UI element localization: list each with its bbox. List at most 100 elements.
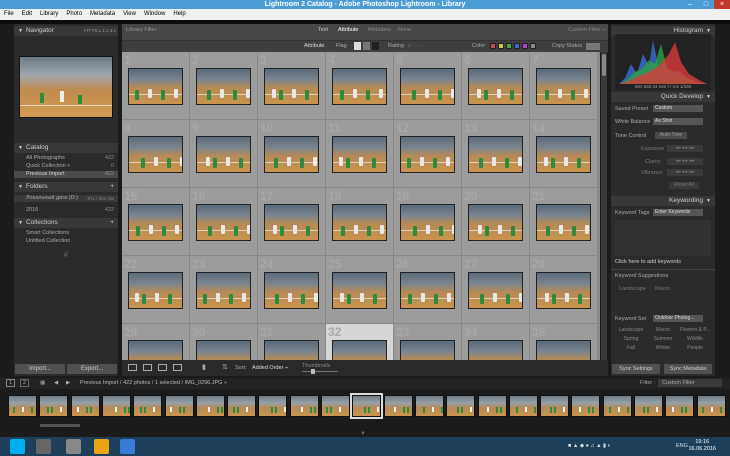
sort-select[interactable]: Added Order ÷ (252, 365, 288, 371)
photo-thumbnail[interactable] (468, 204, 523, 241)
grid-cell[interactable]: 27 (462, 256, 530, 324)
suggestion-landscape[interactable]: Landscape (619, 286, 646, 292)
keyword-set-item[interactable]: Spring (615, 336, 647, 342)
keyword-set-item[interactable]: Fall (615, 345, 647, 351)
filmstrip-thumbnail[interactable] (602, 395, 632, 417)
filmstrip-thumbnail[interactable] (321, 395, 350, 417)
suggestion-macro[interactable]: Macro (655, 286, 670, 292)
photo-thumbnail[interactable] (196, 68, 251, 105)
grid-cell[interactable]: 14 (530, 120, 598, 188)
sync-metadata-button[interactable]: Sync Metadata (664, 364, 712, 374)
navigator-header[interactable]: ▼ Navigator FIT FILL 1:1 3:1 (14, 26, 118, 36)
photo-thumbnail[interactable] (468, 272, 523, 309)
photo-thumbnail[interactable] (400, 272, 455, 309)
grid-cell[interactable]: 1 (122, 52, 190, 120)
grid-cell[interactable]: 33 (394, 324, 462, 360)
photo-thumbnail[interactable] (536, 340, 591, 360)
grid-cell[interactable]: 30 (190, 324, 258, 360)
grid-cell[interactable]: 9 (190, 120, 258, 188)
add-icon[interactable]: + (110, 182, 114, 192)
photo-thumbnail[interactable] (536, 136, 591, 173)
filter-tab-metadata[interactable]: Metadata (368, 27, 391, 33)
photo-thumbnail[interactable] (128, 136, 183, 173)
auto-tone-button[interactable]: Auto Tone (655, 132, 687, 139)
grid-cell[interactable]: 21 (530, 188, 598, 256)
add-icon[interactable]: + (110, 218, 114, 228)
filter-tab-none[interactable]: None (398, 27, 411, 33)
photo-thumbnail[interactable] (536, 204, 591, 241)
collection-untitled[interactable]: Untitled Collection (14, 238, 118, 245)
filmstrip-thumbnail[interactable] (571, 395, 601, 417)
grid-cell[interactable]: 32 (326, 324, 394, 360)
flag-rejected-icon[interactable] (372, 42, 379, 50)
sort-direction-icon[interactable]: ⇅ (222, 363, 228, 371)
photo-thumbnail[interactable] (332, 272, 387, 309)
photo-thumbnail[interactable] (264, 272, 319, 309)
filmstrip-scrollbar[interactable] (40, 424, 80, 427)
export-button[interactable]: Export... (67, 364, 117, 374)
keyword-set-item[interactable]: Wildlife (679, 336, 711, 342)
color-swatch[interactable] (498, 43, 504, 49)
color-swatch[interactable] (530, 43, 536, 49)
color-swatch[interactable] (514, 43, 520, 49)
filmstrip-thumbnail[interactable] (540, 395, 570, 417)
keyword-set-item[interactable]: Macro (647, 327, 679, 333)
folders-header[interactable]: ▼ Folders + (14, 182, 118, 192)
language-indicator[interactable]: ENG (676, 443, 688, 449)
menu-window[interactable]: Window (140, 11, 169, 17)
loupe-view-icon[interactable] (143, 364, 152, 371)
scrollbar-thumb[interactable] (602, 54, 606, 76)
menu-library[interactable]: Library (36, 11, 62, 17)
photo-thumbnail[interactable] (332, 68, 387, 105)
photo-thumbnail[interactable] (468, 136, 523, 173)
photo-thumbnail[interactable] (196, 136, 251, 173)
app-icon[interactable] (36, 439, 51, 454)
grid-cell[interactable]: 20 (462, 188, 530, 256)
filmstrip-thumbnail[interactable] (350, 393, 384, 419)
collections-header[interactable]: ▼ Collections + (14, 218, 118, 228)
filmstrip-path[interactable]: Previous Import / 422 photos / 1 selecte… (80, 380, 227, 386)
filmstrip-filter-select[interactable]: Custom Filter (658, 379, 722, 387)
catalog-header[interactable]: ▼ Catalog (14, 143, 118, 153)
filmstrip-thumbnail[interactable] (508, 395, 538, 417)
filmstrip-thumbnail[interactable] (164, 395, 194, 417)
filmstrip-thumbnail[interactable] (133, 395, 163, 417)
photo-thumbnail[interactable] (332, 204, 387, 241)
filmstrip-thumbnail[interactable] (227, 395, 257, 417)
sync-settings-button[interactable]: Sync Settings (612, 364, 660, 374)
saved-preset-select[interactable]: Custom (653, 105, 703, 112)
color-swatch[interactable] (522, 43, 528, 49)
color-swatch[interactable] (506, 43, 512, 49)
photo-thumbnail[interactable] (196, 204, 251, 241)
grid-cell[interactable]: 29 (122, 324, 190, 360)
add-keywords-hint[interactable]: Click here to add keywords (615, 259, 681, 265)
grid-cell[interactable]: 17 (258, 188, 326, 256)
filmstrip-thumbnail[interactable] (101, 395, 131, 417)
grid-cell[interactable]: 2 (190, 52, 258, 120)
skype-icon[interactable] (10, 439, 25, 454)
keywording-header[interactable]: Keywording ▼ (611, 196, 715, 206)
grid-cell[interactable]: 4 (326, 52, 394, 120)
photo-thumbnail[interactable] (196, 272, 251, 309)
forward-arrow-icon[interactable]: ▶ (66, 380, 70, 386)
grid-icon[interactable]: ▦ (40, 380, 45, 386)
photo-thumbnail[interactable] (128, 68, 183, 105)
catalog-item-previous-import[interactable]: Previous Import 422 (14, 171, 118, 178)
keyword-set-item[interactable]: Flowers & P... (679, 327, 711, 333)
photo-thumbnail[interactable] (332, 340, 387, 360)
flag-pick-icon[interactable] (354, 42, 361, 50)
menu-file[interactable]: File (0, 11, 18, 17)
white-balance-select[interactable]: As Shot (653, 118, 703, 125)
grid-cell[interactable]: 28 (530, 256, 598, 324)
minimize-button[interactable]: – (682, 0, 698, 9)
flag-unflagged-icon[interactable] (363, 42, 370, 50)
navigator-zoom[interactable]: FIT FILL 1:1 3:1 (84, 26, 116, 36)
menu-edit[interactable]: Edit (18, 11, 36, 17)
keyword-set-item[interactable]: Summer (647, 336, 679, 342)
keyword-set-item[interactable]: People (679, 345, 711, 351)
filmstrip-thumbnail[interactable] (477, 395, 507, 417)
photo-thumbnail[interactable] (264, 340, 319, 360)
photo-thumbnail[interactable] (468, 68, 523, 105)
photo-thumbnail[interactable] (468, 340, 523, 360)
exposure-buttons[interactable]: ◂◂ ◂ ▸ ▸▸ (667, 145, 703, 152)
